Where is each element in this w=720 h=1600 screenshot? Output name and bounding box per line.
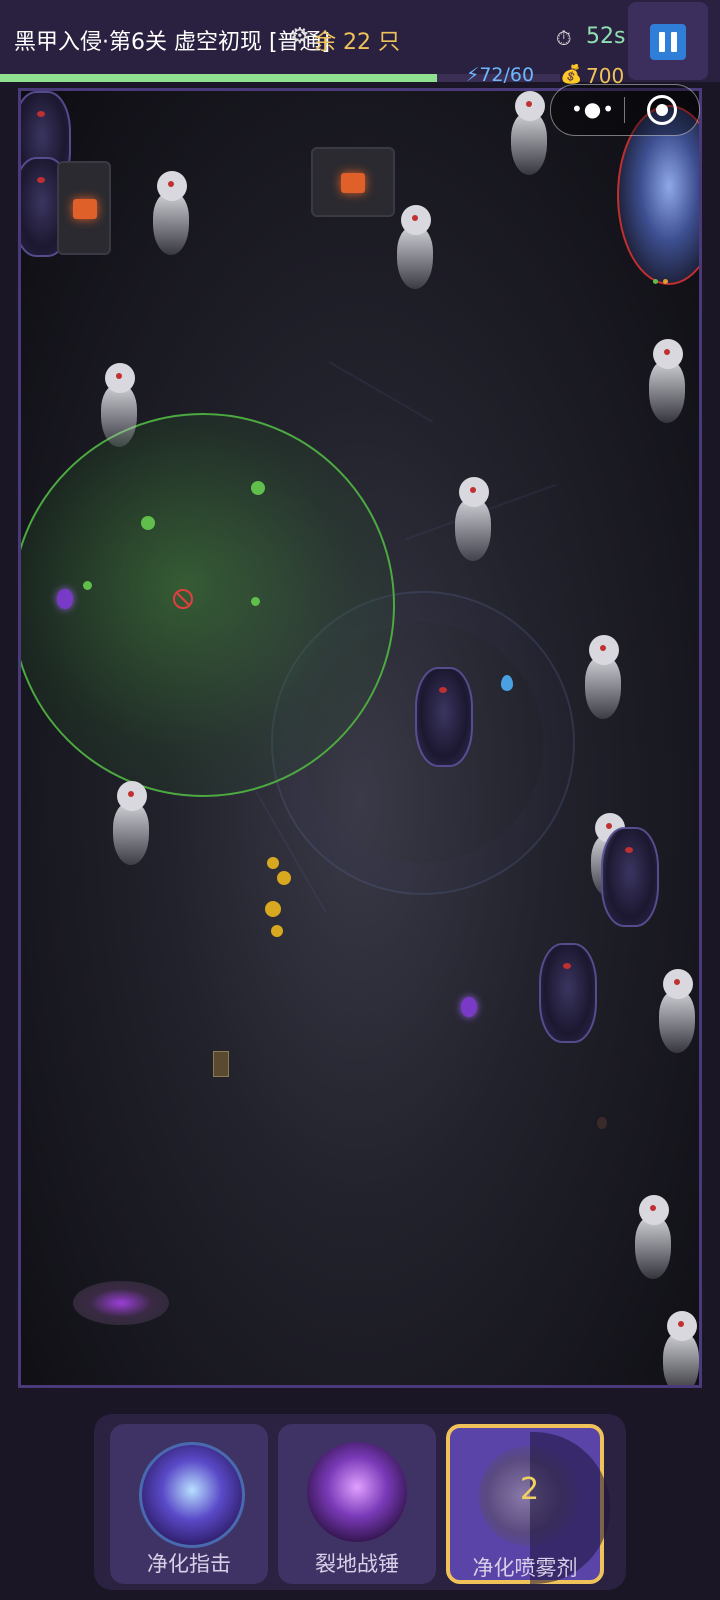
skill-range-circle (21, 413, 395, 797)
ghost-enemy[interactable] (633, 1195, 673, 1279)
pause-bar (671, 32, 677, 52)
spore-dot (83, 581, 92, 590)
boss-status-dot (653, 279, 658, 284)
skill-bar: 净化指击 裂地战锤 2 净化喷雾剂 (94, 1414, 626, 1590)
skill-label: 净化指击 (147, 1552, 231, 1576)
purify-finger-icon (139, 1442, 245, 1548)
skill-purify-finger[interactable]: 净化指击 (110, 1424, 268, 1584)
war-hammer-icon (307, 1442, 407, 1542)
enemies-remaining: 余 22 只 (314, 30, 400, 55)
spore-dot (141, 516, 155, 530)
ghost-enemy[interactable] (661, 1311, 699, 1385)
no-target-icon (173, 589, 193, 609)
signpost-item (213, 1051, 229, 1077)
level-title: 黑甲入侵·第6关 虚空初现 [普通] (14, 30, 331, 55)
dark-knight-enemy[interactable] (601, 827, 659, 927)
boss-status-dot (663, 279, 668, 284)
energy-readout: ⚡72/60 (466, 64, 535, 86)
skill-label: 裂地战锤 (315, 1552, 399, 1576)
mini-program-capsule: •●• (550, 84, 700, 136)
void-orb[interactable] (461, 997, 477, 1017)
gold-coin-pickup[interactable] (271, 925, 283, 937)
void-orb[interactable] (57, 589, 73, 609)
spore-dot (251, 597, 260, 606)
more-menu-icon[interactable]: •●• (571, 97, 615, 121)
void-portal[interactable] (73, 1281, 169, 1325)
battle-arena[interactable] (18, 88, 702, 1388)
capsule-divider (624, 97, 625, 123)
timer: 52s (586, 24, 626, 49)
gold-coin-pickup[interactable] (277, 871, 291, 885)
ghost-enemy[interactable] (509, 91, 549, 175)
ghost-enemy[interactable] (111, 781, 151, 865)
money-bag-icon: 💰 (560, 64, 583, 85)
energy-bar-fill (0, 74, 437, 82)
charge-count: 2 (520, 1472, 540, 1507)
energy-value: 72/60 (479, 64, 535, 86)
dark-seed-item (597, 1117, 607, 1129)
ghost-enemy[interactable] (657, 969, 697, 1053)
pause-button[interactable] (628, 2, 708, 80)
ghost-enemy[interactable] (99, 363, 139, 447)
ghost-enemy[interactable] (395, 205, 435, 289)
top-hud: 黑甲入侵·第6关 虚空初现 [普通] ⚙ 余 22 只 ⏱ 52s ⚡72/60… (0, 0, 720, 88)
gold-coin-pickup[interactable] (267, 857, 279, 869)
ghost-enemy[interactable] (151, 171, 191, 255)
skill-war-hammer[interactable]: 裂地战锤 (278, 1424, 436, 1584)
pause-icon (650, 24, 686, 60)
stopwatch-icon: ⏱ (556, 26, 572, 50)
dark-knight-enemy[interactable] (539, 943, 597, 1043)
ghost-enemy[interactable] (583, 635, 623, 719)
floor-crack (328, 361, 434, 423)
water-drop-pickup[interactable] (501, 675, 513, 691)
skill-label: 净化喷雾剂 (472, 1556, 578, 1580)
dark-knight-enemy[interactable] (415, 667, 473, 767)
settings-gear-icon[interactable]: ⚙ (290, 24, 310, 49)
skill-purify-spray[interactable]: 2 净化喷雾剂 (446, 1424, 610, 1584)
close-target-icon[interactable] (647, 95, 677, 125)
furnace-building[interactable] (311, 147, 395, 217)
ghost-enemy[interactable] (647, 339, 687, 423)
ghost-enemy[interactable] (453, 477, 493, 561)
pause-bar (659, 32, 665, 52)
spore-dot (251, 481, 265, 495)
gold-coin-pickup[interactable] (265, 901, 281, 917)
furnace-building[interactable] (57, 161, 111, 255)
